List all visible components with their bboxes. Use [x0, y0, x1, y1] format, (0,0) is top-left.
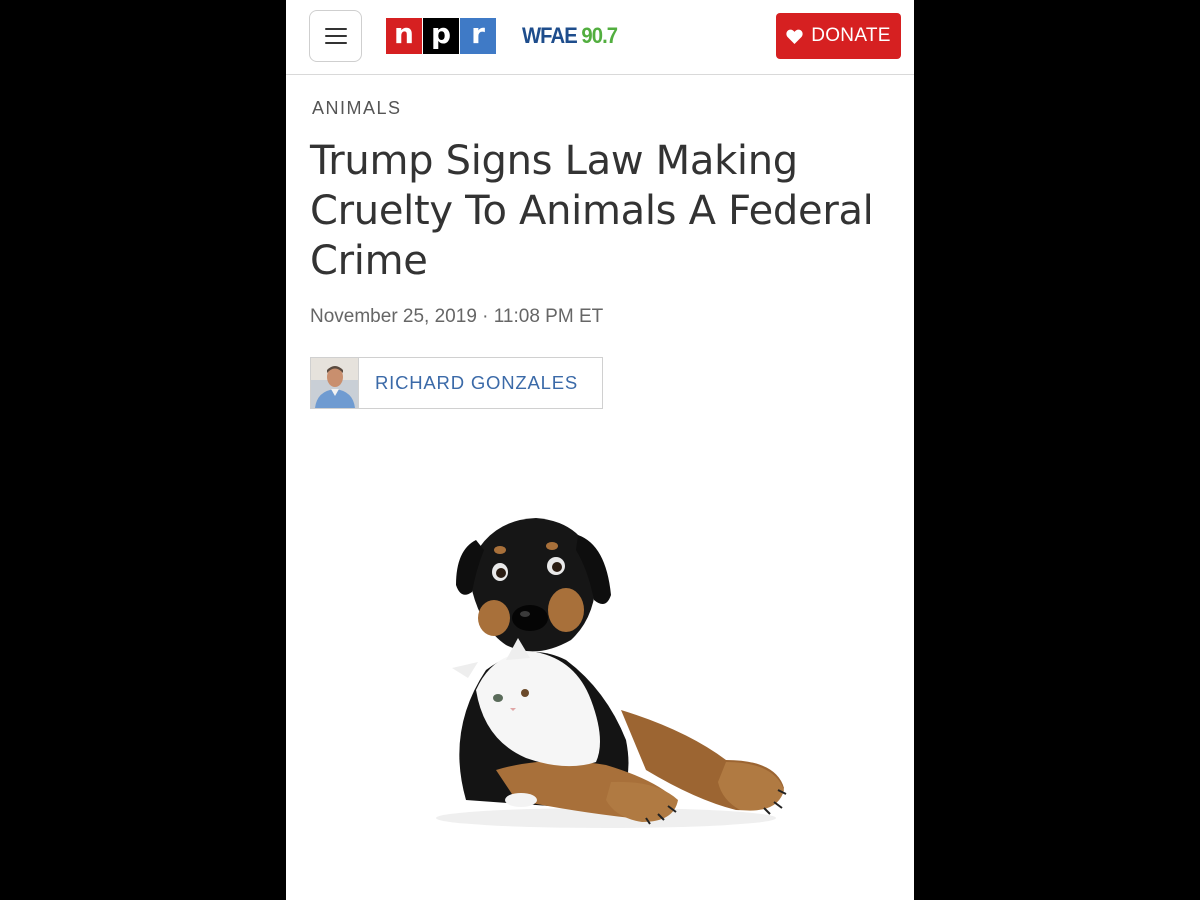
menu-button[interactable]	[309, 10, 362, 62]
station-call-sign: WFAE	[522, 23, 578, 48]
author-photo	[311, 358, 358, 408]
site-header: n p r WFAE 90.7 DONATE	[286, 0, 914, 75]
article-headline: Trump Signs Law Making Cruelty To Animal…	[310, 138, 874, 284]
station-logo[interactable]: WFAE 90.7	[522, 20, 618, 52]
heart-icon	[786, 29, 803, 44]
article-page: n p r WFAE 90.7 DONATE ANIMALS Trump Sign…	[286, 0, 914, 900]
npr-logo[interactable]: n p r	[386, 18, 496, 54]
section-label[interactable]: ANIMALS	[312, 98, 402, 119]
article-date: November 25, 2019 · 11:08 PM ET	[310, 306, 604, 327]
article-hero-image	[436, 518, 787, 828]
avatar	[311, 358, 359, 408]
npr-logo-n: n	[386, 18, 422, 54]
donate-button[interactable]: DONATE	[776, 13, 901, 59]
author-byline[interactable]: RICHARD GONZALES	[310, 357, 603, 409]
station-frequency: 90.7	[581, 23, 618, 48]
npr-logo-p: p	[423, 18, 459, 54]
author-name: RICHARD GONZALES	[375, 372, 578, 393]
npr-logo-r: r	[460, 18, 496, 54]
hamburger-menu-icon	[324, 28, 347, 30]
donate-label: DONATE	[811, 25, 891, 46]
